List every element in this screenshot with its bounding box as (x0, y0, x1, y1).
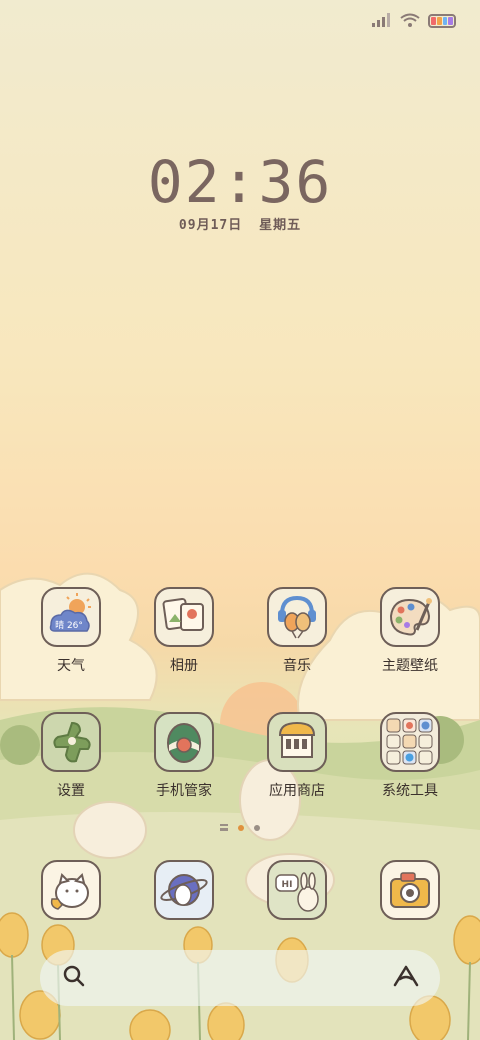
clock-date[interactable]: 09月17日 星期五 (0, 214, 480, 233)
app-music[interactable]: 音乐 (247, 587, 347, 675)
phone-icon (41, 860, 101, 920)
camera-icon (380, 860, 440, 920)
app-system-tools-folder[interactable]: 系统工具 (360, 712, 460, 800)
app-label: 设置 (57, 783, 85, 799)
dock-phone[interactable] (21, 860, 121, 920)
music-icon (267, 587, 327, 647)
battery-icon (428, 14, 456, 28)
wifi-icon (400, 12, 420, 31)
app-weather[interactable]: 晴 26° 天气 (21, 587, 121, 675)
dock-messages[interactable]: HI (247, 860, 347, 920)
page-list-icon (220, 824, 228, 831)
app-store-icon (267, 712, 327, 772)
app-label: 天气 (57, 658, 85, 674)
dock-browser[interactable] (134, 860, 234, 920)
app-phone-manager[interactable]: 手机管家 (134, 712, 234, 800)
browser-icon (154, 860, 214, 920)
system-tools-folder-icon (380, 712, 440, 772)
date-month-day: 09月17日 (178, 218, 243, 233)
phone-manager-icon (154, 712, 214, 772)
clock-time[interactable]: 02:36 (0, 148, 480, 216)
date-weekday: 星期五 (259, 218, 302, 233)
theme-wallpaper-icon (380, 587, 440, 647)
page-dot (254, 824, 260, 831)
search-bar[interactable] (40, 950, 440, 1006)
search-icon[interactable] (62, 964, 86, 992)
messages-bubble-text: HI (282, 880, 293, 890)
page-dot-active (238, 824, 244, 831)
page-indicator[interactable] (0, 824, 480, 831)
weather-temperature-text: 晴 26° (55, 619, 83, 631)
app-label: 音乐 (283, 658, 311, 674)
assistant-a-icon[interactable] (392, 964, 420, 992)
cellular-signal-icon (372, 12, 392, 31)
weather-icon: 晴 26° (41, 587, 101, 647)
app-label: 应用商店 (269, 783, 325, 799)
messages-icon: HI (267, 860, 327, 920)
app-store[interactable]: 应用商店 (247, 712, 347, 800)
gallery-icon (154, 587, 214, 647)
app-label: 相册 (170, 658, 198, 674)
app-label: 系统工具 (382, 783, 438, 799)
app-label: 主题壁纸 (382, 658, 438, 674)
app-label: 手机管家 (156, 783, 212, 799)
app-settings[interactable]: 设置 (21, 712, 121, 800)
status-bar (372, 10, 456, 32)
app-gallery[interactable]: 相册 (134, 587, 234, 675)
settings-icon (41, 712, 101, 772)
dock-camera[interactable] (360, 860, 460, 920)
app-theme-wallpaper[interactable]: 主题壁纸 (360, 587, 460, 675)
